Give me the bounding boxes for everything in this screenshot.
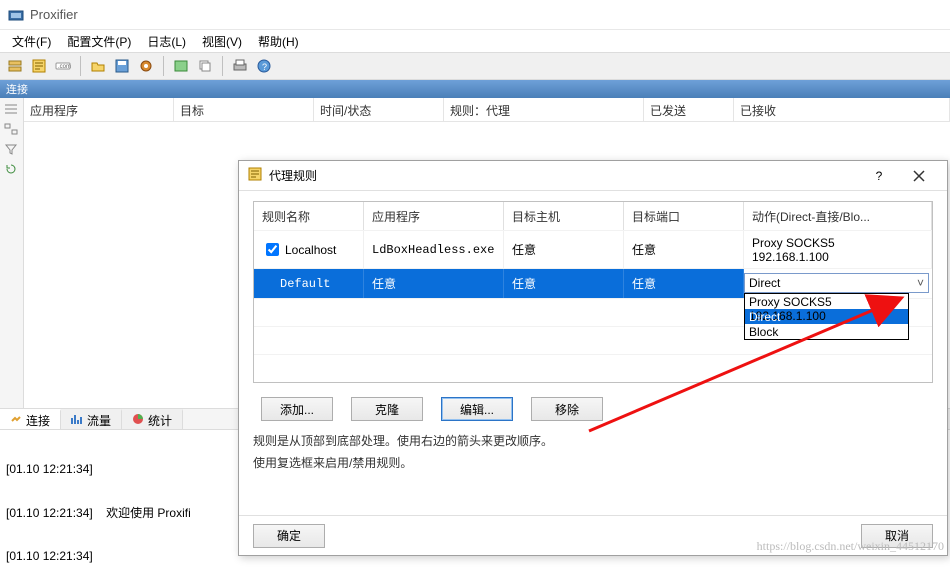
tab-traffic[interactable]: 流量 [61,409,122,429]
menubar: 文件(F) 配置文件(P) 日志(L) 视图(V) 帮助(H) [0,30,950,52]
col-rule-app[interactable]: 应用程序 [364,202,504,230]
toolbar-dns-icon[interactable]: .com [52,55,74,77]
toolbar-log-green-icon[interactable] [170,55,192,77]
chevron-down-icon: ˅ [917,276,924,290]
view-tree-icon[interactable] [0,120,22,138]
svg-text:?: ? [262,62,267,72]
tab-traffic-label: 流量 [87,412,111,429]
col-rule-host[interactable]: 目标主机 [504,202,624,230]
add-button[interactable]: 添加... [261,397,333,421]
view-list-icon[interactable] [0,100,22,118]
dropdown-option[interactable]: Direct [745,309,908,324]
tab-stats-label: 统计 [148,412,172,429]
col-rule-name[interactable]: 规则名称 [254,202,364,230]
grid-header-row: 应用程序 目标 时间/状态 规则：代理 已发送 已接收 [24,98,950,122]
rule-name-value: Localhost [285,243,336,257]
help-button[interactable]: ? [859,162,899,190]
col-app[interactable]: 应用程序 [24,98,174,121]
toolbar-help-icon[interactable]: ? [253,55,275,77]
watermark-text: https://blog.csdn.net/weixin_44512170 [757,539,944,554]
edit-button[interactable]: 编辑... [441,397,513,421]
app-icon [8,7,24,23]
col-rule-action[interactable]: 动作(Direct-直接/Blo... [744,202,932,230]
menu-profile[interactable]: 配置文件(P) [59,30,139,52]
menu-view[interactable]: 视图(V) [194,30,250,52]
toolbar-log-copy-icon[interactable] [194,55,216,77]
close-button[interactable] [899,162,939,190]
rule-name-value: Default [254,269,364,298]
rule-host-value: 任意 [504,231,624,268]
window-titlebar: Proxifier [0,0,950,30]
rule-buttons-row: 添加... 克隆 编辑... 移除 [253,397,933,421]
col-target[interactable]: 目标 [174,98,314,121]
toolbar: .com ? [0,52,950,80]
menu-help[interactable]: 帮助(H) [250,30,307,52]
remove-button[interactable]: 移除 [531,397,603,421]
app-title: Proxifier [30,7,78,22]
dialog-icon [247,166,263,185]
left-view-icons [0,98,24,408]
rule-app-value: 任意 [364,269,504,298]
dialog-titlebar: 代理规则 ? [239,161,947,191]
proxy-rules-dialog: 代理规则 ? 规则名称 应用程序 目标主机 目标端口 动作(Direct-直接/… [238,160,948,556]
hint-line: 规则是从顶部到底部处理。使用右边的箭头来更改顺序。 [253,431,933,453]
rule-app-value: LdBoxHeadless.exe [364,231,504,268]
pie-icon [132,413,144,428]
view-filter-icon[interactable] [0,140,22,158]
col-rule[interactable]: 规则：代理 [444,98,644,121]
ok-button[interactable]: 确定 [253,524,325,548]
rule-port-value: 任意 [624,269,744,298]
toolbar-profile-open-icon[interactable] [87,55,109,77]
dropdown-value: Direct [749,276,780,290]
rule-host-value: 任意 [504,269,624,298]
toolbar-settings-icon[interactable] [135,55,157,77]
link-icon [10,413,22,428]
rule-enable-checkbox[interactable] [266,243,279,256]
col-recv[interactable]: 已接收 [734,98,950,121]
toolbar-servers-icon[interactable] [4,55,26,77]
toolbar-profile-save-icon[interactable] [111,55,133,77]
hint-line: 使用复选框来启用/禁用规则。 [253,453,933,475]
rule-action-line2: 192.168.1.100 [752,250,829,264]
clone-button[interactable]: 克隆 [351,397,423,421]
chart-icon [71,413,83,428]
menu-file[interactable]: 文件(F) [4,30,59,52]
rule-action-line1: Proxy SOCKS5 [752,236,835,250]
toolbar-print-icon[interactable] [229,55,251,77]
col-sent[interactable]: 已发送 [644,98,734,121]
view-refresh-icon[interactable] [0,160,22,178]
dialog-title: 代理规则 [269,167,317,184]
dropdown-option[interactable]: Proxy SOCKS5 192.168.1.100 [745,294,908,309]
dialog-hint: 规则是从顶部到底部处理。使用右边的箭头来更改顺序。 使用复选框来启用/禁用规则。 [253,431,933,474]
action-dropdown-list: Proxy SOCKS5 192.168.1.100 Direct Block [744,293,909,340]
action-dropdown[interactable]: Direct ˅ [744,273,929,293]
dropdown-option[interactable]: Block [745,324,908,339]
rules-table: 规则名称 应用程序 目标主机 目标端口 动作(Direct-直接/Blo... … [253,201,933,383]
col-rule-port[interactable]: 目标端口 [624,202,744,230]
svg-text:.com: .com [58,64,71,70]
tab-connections-label: 连接 [26,412,50,429]
rule-row[interactable]: Localhost LdBoxHeadless.exe 任意 任意 Proxy … [254,230,932,268]
toolbar-rules-icon[interactable] [28,55,50,77]
rule-row-selected[interactable]: Default 任意 任意 任意 Direct ˅ Proxy SOCKS5 1… [254,268,932,298]
tab-connections[interactable]: 连接 [0,409,61,429]
menu-log[interactable]: 日志(L) [139,30,194,52]
rule-port-value: 任意 [624,231,744,268]
tab-stats[interactable]: 统计 [122,409,183,429]
connections-header: 连接 [0,80,950,98]
col-time[interactable]: 时间/状态 [314,98,444,121]
